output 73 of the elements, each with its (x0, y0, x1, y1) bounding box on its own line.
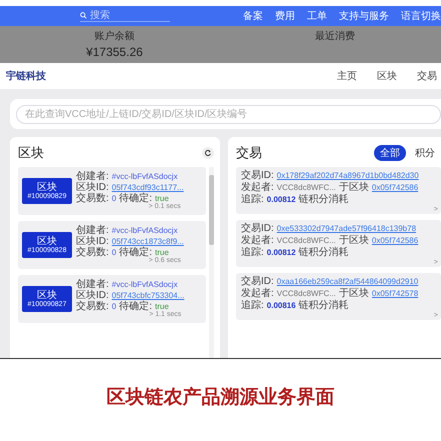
field-label: 于区块 (338, 182, 369, 193)
id-link[interactable]: 05f743cbfc753304... (112, 290, 184, 301)
search-field[interactable]: 在此查询VCC地址/上链ID/交易ID/区块ID/区块编号 (16, 105, 441, 124)
top-nav-link[interactable]: 工单 (307, 9, 327, 23)
field-label: 发起者: (241, 182, 274, 193)
field-label: 待确定: (119, 301, 152, 312)
scrollbar-drawing[interactable] (209, 167, 214, 358)
search-icon (80, 12, 87, 19)
id-link[interactable]: 0x05f742586 (372, 182, 418, 193)
field-label: 区块ID: (76, 290, 109, 301)
status-value: true (155, 193, 169, 203)
recent-spending-label: 最近消费 (314, 30, 355, 43)
field-label: 创建者: (76, 279, 109, 290)
field-label: 交易ID: (241, 170, 274, 181)
refresh-button[interactable] (202, 147, 214, 159)
id-link[interactable]: 0x05f742578 (372, 288, 418, 299)
field-label: 链积分消耗 (298, 194, 349, 205)
field-value: 0 (112, 301, 116, 312)
field-value: #vcc-lbFvfASdocjx (112, 225, 178, 236)
field-label: 待确定: (119, 193, 152, 204)
top-search-field[interactable]: 搜索 (90, 10, 160, 21)
amount-value: 0.00812 (266, 247, 296, 258)
field-label: 于区块 (338, 288, 369, 299)
field-label: 于区块 (338, 235, 369, 246)
card-title: 交易 (236, 144, 262, 162)
field-value: #vcc-lbFvfASdocjx (112, 171, 178, 182)
field-label: 追踪: (241, 194, 264, 205)
field-label: 发起者: (241, 288, 274, 299)
filter-tab[interactable]: 全部 (374, 145, 406, 161)
id-link[interactable]: 0x05f742586 (372, 235, 418, 246)
top-nav-link[interactable]: 支持与服务 (339, 9, 389, 23)
field-label: 追踪: (241, 247, 264, 258)
field-value: VCC8dc8WFC... (276, 288, 336, 299)
field-label: 区块ID: (76, 182, 109, 193)
field-label: 链积分消耗 (298, 247, 349, 258)
nav-link[interactable]: 主页 (337, 69, 357, 83)
status-value: true (155, 301, 169, 311)
top-nav-link[interactable]: 语言切换 (401, 9, 441, 23)
field-label: 追踪: (241, 300, 264, 311)
id-link[interactable]: 0x178f29af202d74a8967d1b0bd482d30 (276, 170, 419, 181)
amount-value: 0.00812 (266, 194, 296, 205)
nav-link[interactable]: 区块 (377, 69, 397, 83)
card-title: 区块 (18, 144, 44, 162)
field-value: #vcc-lbFvfASdocjx (112, 279, 178, 290)
nav-link[interactable]: 交易 (417, 69, 437, 83)
field-label: 交易数: (76, 193, 109, 204)
id-link[interactable]: 0xe533302d7947ade57f96418c139b78 (276, 223, 416, 234)
field-label: 链积分消耗 (298, 300, 349, 311)
field-label: 交易数: (76, 301, 109, 312)
field-value: 0 (112, 193, 116, 204)
id-link[interactable]: 05f743cdf93c1177... (112, 182, 184, 193)
field-value: VCC8dc8WFC... (276, 182, 336, 193)
field-label: 交易ID: (241, 223, 274, 234)
id-link[interactable]: 0xaa166eb259ca8f2af544864099d2910 (276, 276, 418, 287)
field-value: 0 (112, 247, 116, 258)
field-label: 区块ID: (76, 236, 109, 247)
caption-title: 区块链农产品溯源业务界面 (106, 386, 334, 410)
top-nav-link[interactable]: 备案 (243, 9, 263, 23)
field-label: 发起者: (241, 235, 274, 246)
logo-text: 宇链科技 (6, 69, 46, 83)
field-label: 交易数: (76, 247, 109, 258)
field-label: 交易ID: (241, 276, 274, 287)
amount-value: 0.00816 (266, 300, 296, 311)
field-label: 创建者: (76, 225, 109, 236)
field-label: 待确定: (119, 247, 152, 258)
top-nav-link[interactable]: 费用 (275, 9, 295, 23)
field-label: 创建者: (76, 171, 109, 182)
balance-label: 账户余额 (94, 30, 134, 43)
status-value: true (155, 247, 169, 257)
field-value: VCC8dc8WFC... (276, 235, 336, 246)
refresh-icon (204, 149, 212, 157)
balance-amount: ¥17355.26 (86, 45, 143, 59)
id-link[interactable]: 05f743cc1873c8f9... (112, 236, 184, 247)
